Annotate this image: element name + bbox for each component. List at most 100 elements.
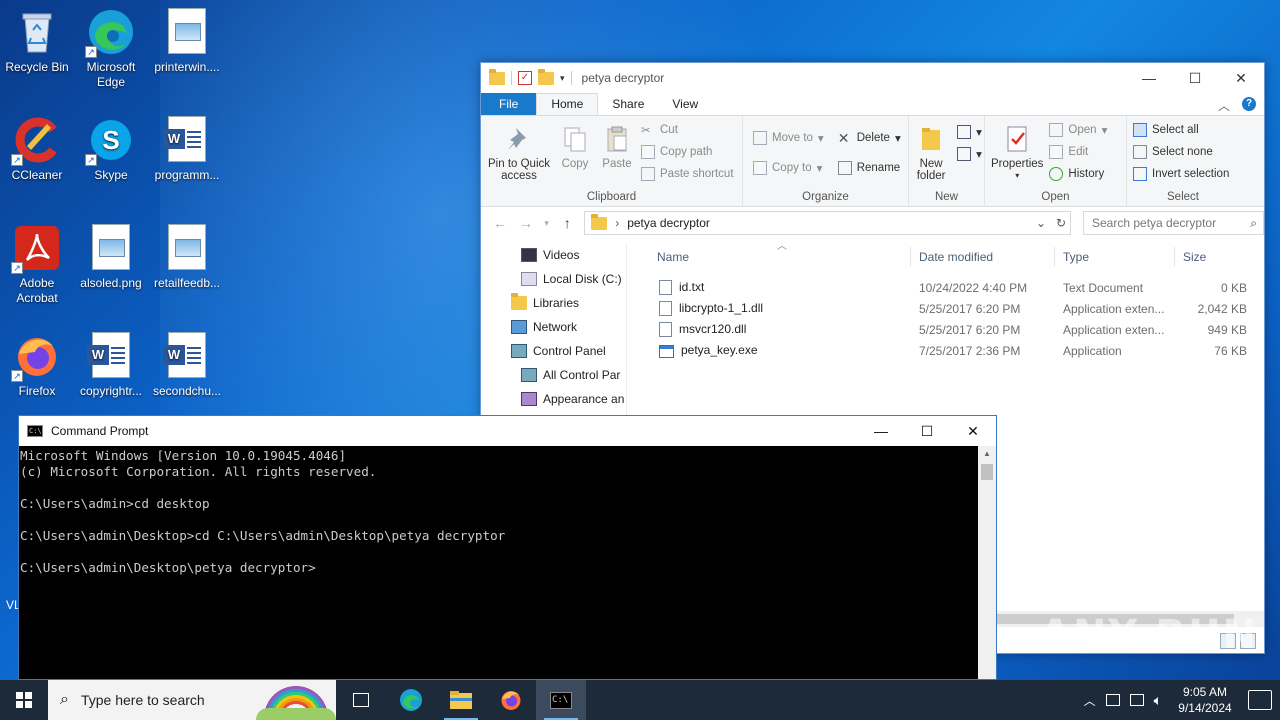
shortcut-arrow-icon: ↗: [85, 154, 97, 166]
easy-access-button[interactable]: ▾: [957, 146, 982, 162]
new-item-button[interactable]: ▾: [957, 124, 982, 140]
tab-share[interactable]: Share: [598, 93, 658, 115]
file-row[interactable]: id.txt 10/24/2022 4:40 PM Text Document …: [649, 277, 1264, 298]
collapse-ribbon-icon[interactable]: ︿: [1218, 97, 1230, 114]
tab-home[interactable]: Home: [536, 93, 599, 115]
network-status-icon[interactable]: [1105, 694, 1120, 706]
chevron-down-icon[interactable]: ▾: [560, 73, 565, 84]
nav-item-network[interactable]: Network: [481, 315, 626, 339]
button-label: Delete: [856, 132, 890, 144]
taskbar-cmd-button[interactable]: C:\: [536, 680, 586, 720]
pin-to-quick-access-button[interactable]: Pin to Quick access: [487, 120, 551, 188]
nav-item-local-disk[interactable]: Local Disk (C:): [481, 267, 626, 291]
button-label: Rename: [856, 162, 901, 174]
new-folder-button[interactable]: New folder: [911, 120, 951, 188]
chevron-up-icon[interactable]: ︿: [1084, 692, 1096, 709]
taskbar-search-box[interactable]: ⌕ Type here to search: [48, 680, 336, 720]
desktop-icon-alsoled[interactable]: alsoled.png: [74, 224, 148, 291]
column-size[interactable]: Size: [1175, 247, 1253, 267]
maximize-button[interactable]: ☐: [904, 416, 950, 446]
desktop-icon-copyrightr[interactable]: W copyrightr...: [74, 332, 148, 399]
search-input[interactable]: Search petya decryptor ⌕: [1083, 211, 1264, 235]
select-none-button[interactable]: Select none: [1133, 144, 1229, 160]
nav-item-videos[interactable]: Videos: [481, 243, 626, 267]
nav-item-control-panel[interactable]: Control Panel: [481, 339, 626, 363]
desktop-icon-skype[interactable]: S ↗ Skype: [74, 116, 148, 183]
minimize-button[interactable]: —: [1126, 63, 1172, 93]
close-button[interactable]: ✕: [1218, 63, 1264, 93]
task-view-button[interactable]: [336, 680, 386, 720]
tab-file[interactable]: File: [481, 93, 537, 115]
recent-chevron-icon[interactable]: ▾: [543, 218, 550, 229]
properties-button[interactable]: Properties ▾: [991, 120, 1043, 188]
file-name: libcrypto-1_1.dll: [679, 300, 764, 315]
file-date: 5/25/2017 6:20 PM: [919, 301, 1021, 316]
address-bar[interactable]: › petya decryptor ⌄ ↻: [584, 211, 1071, 235]
breadcrumb[interactable]: petya decryptor: [627, 216, 710, 230]
cut-button[interactable]: ✂ Cut: [641, 122, 734, 138]
back-arrow-icon[interactable]: ←: [491, 215, 509, 231]
desktop-icon-firefox[interactable]: ↗ Firefox: [0, 332, 74, 399]
paste-button[interactable]: Paste: [599, 120, 635, 188]
copy-to-button[interactable]: Copy to ▾: [753, 160, 824, 176]
properties-quick-icon[interactable]: ✓: [518, 71, 532, 85]
move-to-button[interactable]: Move to ▾: [753, 130, 824, 146]
invert-selection-button[interactable]: Invert selection: [1133, 166, 1229, 182]
desktop-icon-recycle-bin[interactable]: Recycle Bin: [0, 8, 74, 75]
desktop-icon-printerwin[interactable]: printerwin....: [150, 8, 224, 75]
scroll-up-icon[interactable]: ▲: [978, 446, 996, 462]
volume-icon[interactable]: 🔈︎: [1154, 692, 1162, 709]
nav-item-appearance[interactable]: Appearance an: [481, 387, 626, 411]
file-row[interactable]: libcrypto-1_1.dll 5/25/2017 6:20 PM Appl…: [649, 298, 1264, 319]
close-button[interactable]: ✕: [950, 416, 996, 446]
explorer-title-bar[interactable]: ✓ ▾ petya decryptor — ☐ ✕: [481, 63, 1264, 93]
chevron-down-icon[interactable]: ⌄: [1036, 216, 1046, 230]
rename-button[interactable]: Rename: [837, 160, 901, 176]
forward-arrow-icon[interactable]: →: [517, 215, 535, 231]
taskbar-edge-button[interactable]: [386, 680, 436, 720]
tab-view[interactable]: View: [658, 93, 712, 115]
cmd-title-bar[interactable]: C:\ Command Prompt — ☐ ✕: [19, 416, 996, 446]
nav-item-all-control-panel[interactable]: All Control Par: [481, 363, 626, 387]
new-folder-quick-icon[interactable]: [538, 68, 554, 85]
minimize-button[interactable]: —: [858, 416, 904, 446]
scrollbar-thumb[interactable]: [981, 464, 993, 480]
maximize-button[interactable]: ☐: [1172, 63, 1218, 93]
file-row[interactable]: msvcr120.dll 5/25/2017 6:20 PM Applicati…: [649, 319, 1264, 340]
start-button[interactable]: [0, 680, 48, 720]
file-row[interactable]: petya_key.exe 7/25/2017 2:36 PM Applicat…: [649, 340, 1264, 361]
delete-button[interactable]: ✕ Delete ▾: [838, 130, 901, 146]
notification-icon[interactable]: [1248, 690, 1272, 710]
ethernet-icon[interactable]: [1129, 694, 1144, 706]
paste-shortcut-button[interactable]: Paste shortcut: [641, 166, 734, 182]
taskbar-firefox-button[interactable]: [486, 680, 536, 720]
videos-icon: [521, 248, 537, 262]
search-icon: ⌕: [1250, 215, 1257, 230]
desktop-icon-programm[interactable]: W programm...: [150, 116, 224, 183]
cmd-output[interactable]: Microsoft Windows [Version 10.0.19045.40…: [19, 446, 979, 679]
taskbar-file-explorer-button[interactable]: [436, 680, 486, 720]
command-prompt-window[interactable]: C:\ Command Prompt — ☐ ✕ Microsoft Windo…: [18, 415, 997, 680]
desktop-icon-adobe-acrobat[interactable]: ↗ Adobe Acrobat: [0, 224, 74, 306]
invert-selection-icon: [1133, 167, 1147, 181]
copy-path-button[interactable]: Copy path: [641, 144, 734, 160]
open-button[interactable]: Open ▾: [1049, 122, 1107, 138]
select-all-button[interactable]: Select all: [1133, 122, 1229, 138]
desktop-icon-edge[interactable]: ↗ Microsoft Edge: [74, 8, 148, 90]
nav-item-libraries[interactable]: Libraries: [481, 291, 626, 315]
history-button[interactable]: History: [1049, 166, 1107, 182]
clock[interactable]: 9:05 AM 9/14/2024: [1172, 684, 1238, 716]
desktop-icon-retailfeedb[interactable]: retailfeedb...: [150, 224, 224, 291]
up-arrow-icon[interactable]: ↑: [558, 215, 576, 231]
help-icon[interactable]: ?: [1242, 97, 1256, 111]
desktop-icon-ccleaner[interactable]: ↗ CCleaner: [0, 116, 74, 183]
ribbon-group-select: Select all Select none Invert selection …: [1127, 116, 1239, 206]
column-type[interactable]: Type: [1055, 247, 1175, 267]
refresh-icon[interactable]: ↻: [1056, 216, 1066, 230]
button-label: Paste shortcut: [660, 168, 734, 180]
desktop-icon-secondchu[interactable]: W secondchu...: [150, 332, 224, 399]
vertical-scrollbar[interactable]: ▲: [978, 446, 996, 679]
edit-button[interactable]: Edit: [1049, 144, 1107, 160]
copy-button[interactable]: Copy: [557, 120, 593, 188]
column-date-modified[interactable]: Date modified: [911, 247, 1055, 267]
